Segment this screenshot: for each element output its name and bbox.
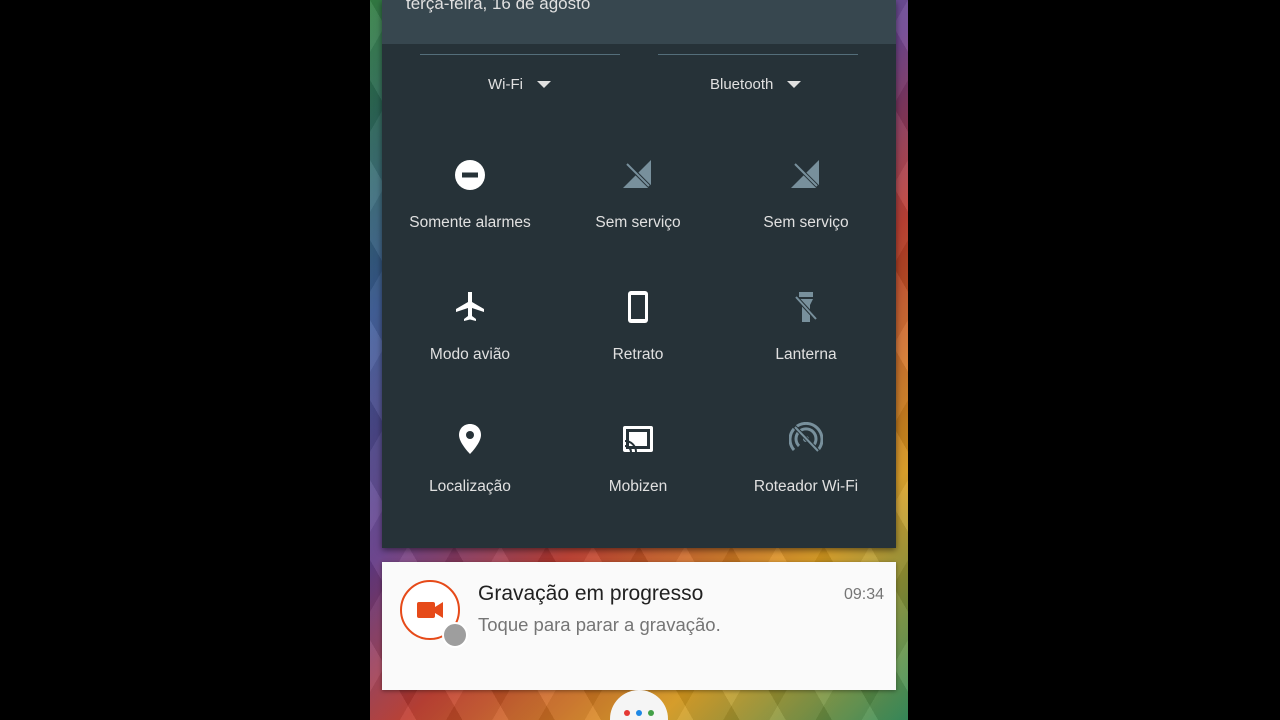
recording-notification[interactable]: Gravação em progresso Toque para parar a… — [382, 562, 896, 690]
header-dividers — [382, 54, 896, 56]
tile-airplane-mode[interactable]: Modo avião — [386, 290, 554, 400]
tile-label: Retrato — [612, 346, 664, 363]
date-header: terça-feira, 16 de agosto — [382, 0, 896, 44]
tile-label: Localização — [429, 478, 511, 495]
tile-label: Roteador Wi-Fi — [753, 478, 859, 495]
tile-label: Sem serviço — [763, 214, 849, 231]
tile-flashlight[interactable]: Lanterna — [722, 290, 890, 400]
caret-down-icon — [536, 81, 551, 88]
airplane-icon — [456, 292, 484, 321]
tile-signal-2[interactable]: Sem serviço — [722, 158, 890, 268]
tile-label: Sem serviço — [595, 214, 681, 231]
no-signal-icon — [623, 160, 653, 190]
phone-screen: terça-feira, 16 de agosto Wi-Fi Bluetoot… — [370, 0, 908, 720]
app-drawer-button[interactable] — [610, 690, 668, 720]
notification-title: Gravação em progresso — [478, 582, 704, 605]
flashlight-off-icon — [793, 292, 819, 322]
tile-rotation[interactable]: Retrato — [554, 290, 722, 400]
hotspot-off-icon — [789, 422, 823, 454]
tile-label: Modo avião — [429, 346, 511, 363]
divider — [420, 54, 620, 55]
divider — [658, 54, 858, 55]
date-text: terça-feira, 16 de agosto — [406, 0, 591, 13]
tile-do-not-disturb[interactable]: Somente alarmes — [386, 158, 554, 268]
notification-text: Toque para parar a gravação. — [478, 614, 721, 635]
no-signal-icon — [791, 160, 821, 190]
notification-shade: terça-feira, 16 de agosto Wi-Fi Bluetoot… — [382, 0, 896, 548]
wifi-dropdown-label: Wi-Fi — [488, 76, 523, 93]
notification-time: 09:34 — [843, 586, 884, 603]
dot — [624, 710, 630, 716]
cast-screen-icon — [623, 426, 653, 453]
do-not-disturb-icon — [455, 160, 485, 190]
tile-label: Somente alarmes — [409, 214, 531, 231]
tile-location[interactable]: Localização — [386, 422, 554, 532]
tile-hotspot[interactable]: Roteador Wi-Fi — [722, 422, 890, 532]
mobizen-badge-icon — [442, 622, 468, 648]
bluetooth-dropdown-label: Bluetooth — [710, 76, 774, 93]
wifi-dropdown[interactable]: Wi-Fi — [488, 76, 551, 93]
location-pin-icon — [459, 424, 481, 454]
tile-label: Lanterna — [775, 346, 837, 363]
caret-down-icon — [787, 81, 802, 88]
tile-label: Mobizen — [608, 478, 668, 495]
portrait-phone-icon — [628, 291, 648, 323]
tile-mobizen[interactable]: Mobizen — [554, 422, 722, 532]
dot — [648, 710, 654, 716]
tile-signal-1[interactable]: Sem serviço — [554, 158, 722, 268]
dot — [636, 710, 642, 716]
bluetooth-dropdown[interactable]: Bluetooth — [710, 76, 802, 93]
